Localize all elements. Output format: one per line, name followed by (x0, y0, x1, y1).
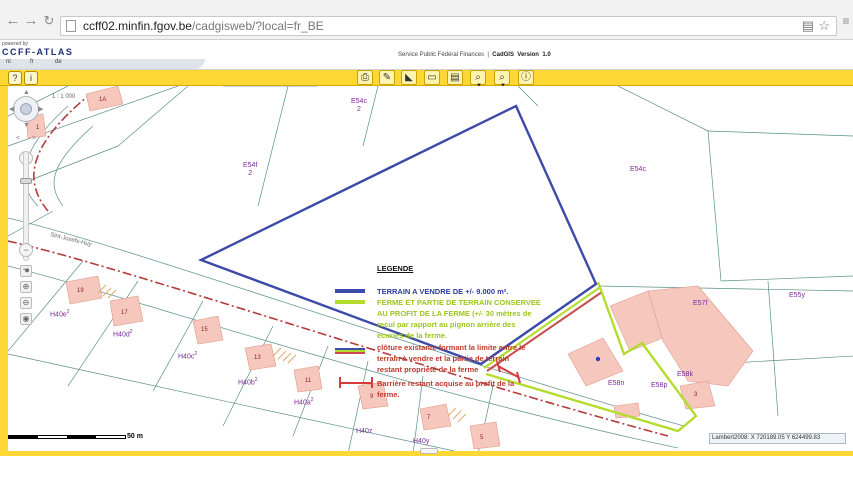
legend-item-farm-2: AU PROFIT DE LA FERME (+/- 30 mètres de (377, 309, 532, 318)
reload-icon[interactable]: ↻ (41, 13, 57, 29)
house-number-label: 15 (201, 327, 208, 333)
house-number-label: 1A (99, 97, 107, 103)
house-number-label: 19 (77, 288, 84, 294)
legend-item-fence-1: clôture existante formant la limite entr… (377, 343, 526, 352)
zoom-box-icon[interactable]: ⊕ (20, 281, 32, 293)
parcel-label: E58p (651, 382, 668, 389)
parcel-label: H40y (413, 438, 430, 445)
legend-item-terrain: TERRAIN A VENDRE DE +/- 9.000 m². (377, 287, 509, 296)
back-arrow-icon[interactable]: ← (5, 13, 21, 29)
legend-item-barrier-1: Barrière restant acquise au profit de la (377, 379, 515, 388)
draw-icon[interactable]: ◣ (401, 70, 417, 85)
house-number-label: 11 (305, 378, 312, 384)
brand-logo: CCFF-ATLAS (2, 47, 74, 57)
parcel-label: H40b2 (238, 377, 258, 387)
legend-title: LEGENDE (377, 264, 414, 273)
parcel-label: E55y (789, 292, 805, 299)
zoom-slider-handle[interactable] (20, 178, 32, 184)
map-resize-handle[interactable] (420, 448, 438, 454)
page-bottom (0, 456, 853, 480)
parcel-label: H40a2 (294, 397, 314, 407)
hand-pan-icon[interactable]: ☚ (20, 265, 32, 277)
legend-item-farm-4: écuries de la ferme. (377, 331, 448, 340)
barrier-end-left (339, 377, 341, 388)
zoom-out-box-icon[interactable]: ⊖ (20, 297, 32, 309)
legend-item-farm-1: FERME ET PARTIE DE TERRAIN CONSERVEE (377, 298, 541, 307)
parcel-label: H40d2 (113, 329, 133, 339)
parcel-label: E54f 2 (243, 162, 258, 177)
app-header: powered by CCFF-ATLAS nl fr de Service P… (0, 40, 853, 70)
parcel-label: E54c (630, 166, 646, 173)
legend-swatch-terrain (335, 289, 365, 293)
lang-fr-link[interactable]: fr (30, 59, 34, 65)
identify-icon[interactable]: ⓘ (518, 70, 534, 85)
measure-icon[interactable]: ✎ (379, 70, 395, 85)
printer-icon[interactable]: ▭ (424, 70, 440, 85)
bookmark-star-icon[interactable]: ☆ (818, 18, 830, 34)
lang-nl-link[interactable]: nl (6, 59, 11, 65)
house-number-label: 5 (480, 435, 484, 441)
pan-left-icon[interactable]: ◀ (9, 105, 14, 113)
document-icon[interactable]: ▤ (447, 70, 463, 85)
legend-swatch-farm (335, 300, 365, 304)
address-bar[interactable]: ccff02.minfin.fgov.be/cadgisweb/?local=f… (60, 16, 837, 36)
parcel-label: H40c2 (178, 351, 198, 361)
forward-arrow-icon[interactable]: → (23, 13, 39, 29)
info-icon[interactable]: i (24, 71, 38, 85)
legend-panel: LEGENDE TERRAIN A VENDRE DE +/- 9.000 m²… (333, 262, 558, 407)
language-tabs: nl fr de (0, 59, 205, 69)
pan-down-icon[interactable]: ▼ (23, 122, 30, 129)
zoom-out-icon[interactable]: − (19, 243, 33, 257)
lang-de-link[interactable]: de (55, 59, 62, 65)
parcel-label: E58n (608, 380, 625, 387)
pan-right-icon[interactable]: ▶ (38, 105, 43, 113)
page-info-icon[interactable]: ▤ (802, 18, 814, 34)
cadastral-map[interactable]: Sint-Jozefs-Huy 1A 1 E54c 2 E54f 2 E54c E57f E55… (7, 86, 853, 454)
legend-swatch-barrier (339, 382, 373, 384)
parcel-label: E58k (677, 371, 693, 378)
coordinate-readout: Lambert2008: X 720189.05 Y 624499.83 (709, 433, 846, 444)
search-address-icon[interactable]: ⌕▼ (494, 70, 510, 89)
house-number-label: 13 (254, 355, 261, 361)
menu-icon[interactable]: ≡ (838, 13, 853, 29)
legend-item-barrier-2: ferme. (377, 390, 400, 399)
legend-item-fence-2: terrain à vendre et la partie de terrain (377, 354, 510, 363)
rotate-right-icon[interactable]: > (32, 135, 36, 142)
pan-control[interactable] (13, 96, 39, 122)
parcel-label: E54c 2 (351, 98, 367, 113)
legend-item-farm-3: recul par rapport au pignon arrière des (377, 320, 516, 329)
globe-icon[interactable]: ◉ (20, 313, 32, 325)
pan-up-icon[interactable]: ▲ (23, 89, 30, 96)
house-number-label: 17 (121, 310, 128, 316)
pan-center-icon[interactable] (20, 103, 32, 115)
search-parcel-icon[interactable]: ⌕▼ (470, 70, 486, 89)
page-icon (66, 20, 76, 32)
service-title: Service Public Fédéral Finances | CadGIS… (398, 52, 551, 58)
frame-left (0, 86, 7, 456)
map-navigation-control: ▲ ◀ ▶ ▼ < > + − ☚ ⊕ ⊖ ◉ (9, 89, 43, 333)
legend-item-fence-3: restant propriété de la ferme (377, 365, 479, 374)
house-number-label: 3 (694, 392, 698, 398)
map-toolbar: ? i ⎙ ✎ ◣ ▭ ▤ ⌕▼ ⌕▼ ⓘ (0, 70, 853, 89)
parcel-label: E57f (693, 300, 708, 307)
parcel-label: H40z (356, 428, 373, 435)
legend-swatch-fence-red (335, 352, 365, 354)
rotate-left-icon[interactable]: < (16, 135, 20, 142)
scale-bar-label: 50 m (127, 433, 143, 440)
house-number-label: 7 (427, 415, 431, 421)
barrier-end-right (371, 377, 373, 388)
print-preview-icon[interactable]: ⎙ (357, 70, 373, 85)
url-text: ccff02.minfin.fgov.be/cadgisweb/?local=f… (83, 19, 324, 33)
browser-toolbar: ← → ↻ ccff02.minfin.fgov.be/cadgisweb/?l… (0, 0, 853, 40)
scale-bar (8, 435, 126, 439)
help-icon[interactable]: ? (8, 71, 22, 85)
parcel-label: H40e2 (50, 309, 70, 319)
scale-ratio: 1 : 1 000 (52, 94, 76, 100)
